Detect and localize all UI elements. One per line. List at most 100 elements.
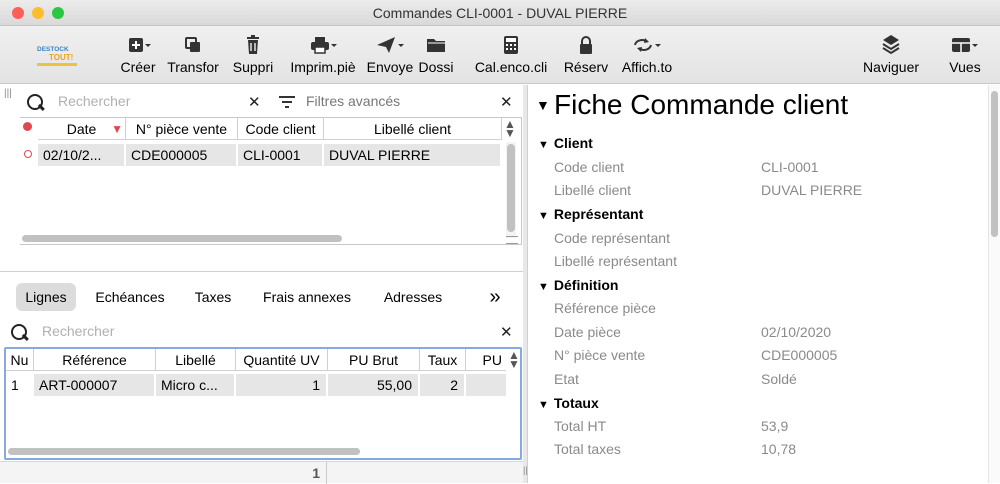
folder-icon xyxy=(414,32,458,58)
views-button[interactable]: Vues xyxy=(942,32,988,82)
cell-order-number: CDE000005 xyxy=(126,144,236,166)
field-label: Libellé représentant xyxy=(554,253,677,269)
views-icon xyxy=(942,32,988,58)
cell-reference: ART-000007 xyxy=(34,374,154,396)
resize-grip-icon[interactable] xyxy=(506,236,518,244)
detail-tabs: Lignes Echéances Taxes Frais annexes Adr… xyxy=(0,275,523,313)
section-representant[interactable]: ▼ Représentant xyxy=(538,206,643,222)
detail-vertical-scrollbar[interactable] xyxy=(988,85,1000,483)
create-button[interactable]: Créer xyxy=(114,32,162,82)
lines-footer: 1 xyxy=(0,461,523,484)
display-all-button[interactable]: Affich.to xyxy=(614,32,680,82)
send-button[interactable]: Envoye xyxy=(364,32,416,82)
field-label: Total HT xyxy=(554,418,607,434)
cell-unit-price: 55,00 xyxy=(328,374,418,396)
field-value: 02/10/2020 xyxy=(761,324,832,340)
search-icon xyxy=(26,93,44,111)
column-header-number[interactable]: Nu xyxy=(6,349,34,371)
folder-button[interactable]: Dossi xyxy=(414,32,458,82)
field-value: 53,9 xyxy=(761,418,789,434)
print-button[interactable]: Imprim.piè xyxy=(282,32,364,82)
field-value: Soldé xyxy=(761,371,797,387)
field-label: Date pièce xyxy=(554,324,621,340)
column-header-date[interactable]: Date ▼ xyxy=(38,118,126,140)
transform-icon xyxy=(160,32,226,58)
panel-divider[interactable] xyxy=(0,271,523,272)
svg-text:TOUT!: TOUT! xyxy=(49,53,73,62)
field-label: Code client xyxy=(554,159,625,175)
lines-search-bar[interactable]: Rechercher ✕ xyxy=(6,321,522,343)
section-totaux[interactable]: ▼ Totaux xyxy=(538,395,599,411)
app-logo: DESTOCK TOUT! xyxy=(36,42,78,68)
tab-echeances[interactable]: Echéances xyxy=(86,283,174,311)
field-label: Total taxes xyxy=(554,441,621,457)
lines-search-input[interactable]: Rechercher xyxy=(42,323,114,339)
tab-lignes[interactable]: Lignes xyxy=(16,283,76,311)
calc-outstanding-button[interactable]: Cal.enco.cli xyxy=(468,32,554,82)
column-header-reference[interactable]: Référence xyxy=(34,349,156,371)
search-icon xyxy=(10,323,28,341)
column-header-client-code[interactable]: Code client xyxy=(238,118,324,140)
panel-grip-handle[interactable]: ||| xyxy=(4,89,14,99)
field-value: DUVAL PIERRE xyxy=(761,182,863,198)
footer-divider xyxy=(326,462,327,484)
clear-filters-icon[interactable]: ✕ xyxy=(500,93,513,111)
clear-search-icon[interactable]: ✕ xyxy=(248,93,261,111)
create-icon xyxy=(114,32,162,58)
main-toolbar: DESTOCK TOUT! Créer Transfor Suppri Impr… xyxy=(0,26,1000,84)
status-dot-icon xyxy=(23,122,32,131)
close-window-button[interactable] xyxy=(12,7,24,19)
tab-adresses[interactable]: Adresses xyxy=(372,283,454,311)
trash-icon xyxy=(228,32,278,58)
field-value: 10,78 xyxy=(761,441,797,457)
more-tabs-icon[interactable]: » xyxy=(480,283,510,311)
navigate-button[interactable]: Naviguer xyxy=(856,32,926,82)
field-label: N° pièce vente xyxy=(554,347,646,363)
printer-icon xyxy=(282,32,364,58)
collapse-title-icon[interactable]: ▼ xyxy=(536,97,550,113)
calculator-icon xyxy=(468,32,554,58)
column-header-order-number[interactable]: N° pièce vente xyxy=(126,118,238,140)
layers-icon xyxy=(856,32,926,58)
lines-count: 1 xyxy=(312,465,320,481)
field-value: CLI-0001 xyxy=(761,159,819,175)
sort-desc-icon: ▼ xyxy=(111,122,123,136)
lock-icon xyxy=(562,32,610,58)
column-header-label[interactable]: Libellé xyxy=(156,349,236,371)
field-value: CDE000005 xyxy=(761,347,838,363)
cell-rate: 2 xyxy=(420,374,464,396)
send-icon xyxy=(364,32,416,58)
row-indicator-icon xyxy=(24,150,32,158)
reserve-button[interactable]: Réserv xyxy=(562,32,610,82)
list-search-bar[interactable]: Rechercher ✕ xyxy=(20,91,270,113)
column-header-unit-price[interactable]: PU Brut xyxy=(328,349,420,371)
section-toggle-icon: ▼ xyxy=(538,399,549,411)
cell-label: Micro c... xyxy=(156,374,234,396)
column-header-client-label[interactable]: Libellé client xyxy=(324,118,502,140)
zoom-window-button[interactable] xyxy=(52,7,64,19)
tab-taxes[interactable]: Taxes xyxy=(184,283,242,311)
cell-quantity: 1 xyxy=(236,374,326,396)
field-label: Code représentant xyxy=(554,230,670,246)
section-definition[interactable]: ▼ Définition xyxy=(538,277,618,293)
column-header-rate[interactable]: Taux xyxy=(420,349,466,371)
list-search-input[interactable]: Rechercher xyxy=(58,93,130,109)
clear-search-icon[interactable]: ✕ xyxy=(500,323,513,341)
tab-frais-annexes[interactable]: Frais annexes xyxy=(252,283,362,311)
orders-vertical-scrollbar[interactable] xyxy=(506,142,516,238)
field-label: Référence pièce xyxy=(554,300,656,316)
svg-text:DESTOCK: DESTOCK xyxy=(37,46,69,53)
orders-horizontal-scrollbar[interactable] xyxy=(20,234,504,244)
lines-horizontal-scrollbar[interactable] xyxy=(6,447,520,457)
column-header-pu[interactable]: PU xyxy=(466,349,506,371)
advanced-filters[interactable]: Filtres avancés ✕ xyxy=(278,93,522,115)
column-sort-toggle-icon[interactable]: ▲ ▼ xyxy=(508,349,520,370)
delete-button[interactable]: Suppri xyxy=(228,32,278,82)
section-client[interactable]: ▼ Client xyxy=(538,135,593,151)
column-header-quantity[interactable]: Quantité UV xyxy=(236,349,328,371)
minimize-window-button[interactable] xyxy=(32,7,44,19)
column-sort-toggle-icon[interactable]: ▲ ▼ xyxy=(504,118,516,139)
transform-button[interactable]: Transfor xyxy=(160,32,226,82)
window-title: Commandes CLI-0001 - DUVAL PIERRE xyxy=(372,5,628,21)
section-toggle-icon: ▼ xyxy=(538,139,549,151)
